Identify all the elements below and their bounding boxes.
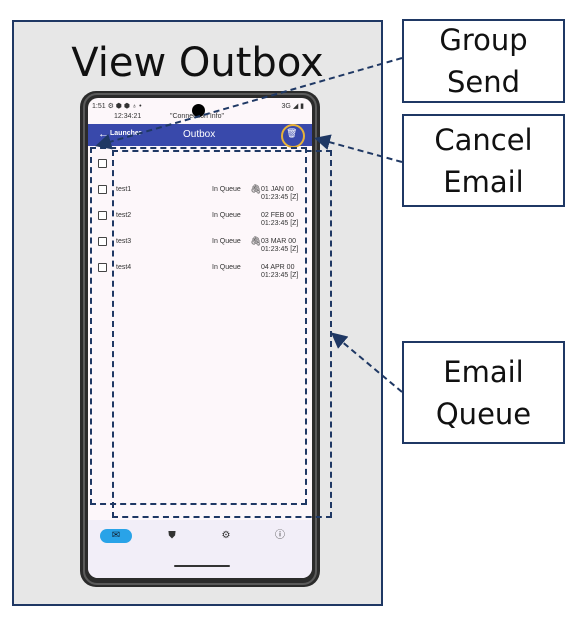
cancel-email-arrow (314, 134, 403, 163)
group-send-arrow (95, 57, 403, 150)
email-queue-arrow (330, 332, 403, 393)
callout-arrows (95, 57, 403, 393)
